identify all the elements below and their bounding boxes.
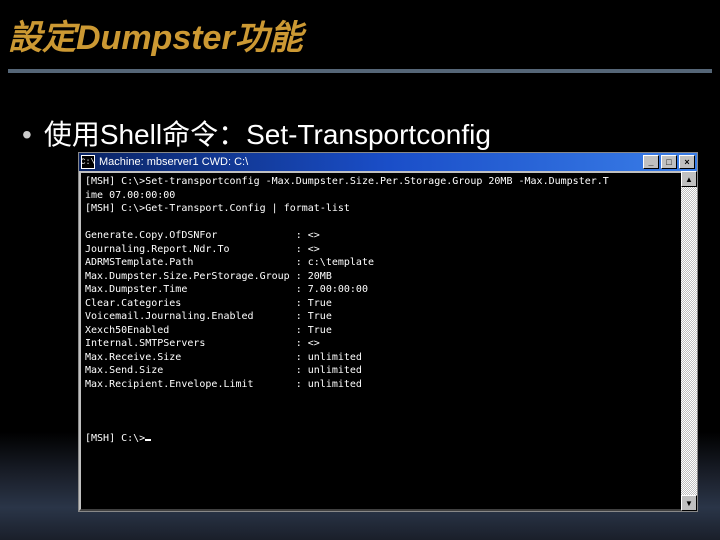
close-button[interactable]: ×	[679, 155, 695, 169]
slide-root: 設定Dumpster功能 • 使用Shell命令：Set-Transportcon…	[0, 0, 720, 540]
bullet-cmd: Set-Transportconfig	[246, 119, 491, 150]
bullet-prefix: 使用Shell命令：	[44, 119, 246, 150]
prompt: [MSH] C:\>	[85, 203, 145, 214]
console-body[interactable]: [MSH] C:\>Set-transportconfig -Max.Dumps…	[79, 171, 697, 511]
bullet-line: • 使用Shell命令：Set-Transportconfig	[0, 73, 720, 153]
final-prompt: [MSH] C:\>	[85, 433, 145, 444]
maximize-button[interactable]: □	[661, 155, 677, 169]
cmd1-wrap: ime 07.00:00:00	[85, 190, 175, 201]
bullet-dot-icon: •	[22, 119, 32, 150]
scrollbar-vertical[interactable]: ▲ ▼	[681, 171, 697, 511]
slide-title: 設定Dumpster功能	[0, 0, 720, 59]
window-titlebar[interactable]: C:\ Machine: mbserver1 CWD: C:\ _ □ ×	[79, 153, 697, 171]
console-icon: C:\	[81, 155, 95, 169]
prompt: [MSH] C:\>	[85, 176, 145, 187]
scroll-down-button[interactable]: ▼	[681, 495, 697, 511]
window-buttons: _ □ ×	[643, 155, 695, 169]
cursor-icon	[145, 439, 151, 441]
window-title-text: Machine: mbserver1 CWD: C:\	[99, 156, 643, 168]
scroll-track[interactable]	[681, 187, 697, 495]
cmd2: Get-Transport.Config | format-list	[145, 203, 350, 214]
config-block: Generate.Copy.OfDSNFor : <> Journaling.R…	[85, 229, 691, 391]
console-window: C:\ Machine: mbserver1 CWD: C:\ _ □ × [M…	[78, 152, 698, 512]
cmd1: Set-transportconfig -Max.Dumpster.Size.P…	[145, 176, 609, 187]
scroll-up-button[interactable]: ▲	[681, 171, 697, 187]
minimize-button[interactable]: _	[643, 155, 659, 169]
